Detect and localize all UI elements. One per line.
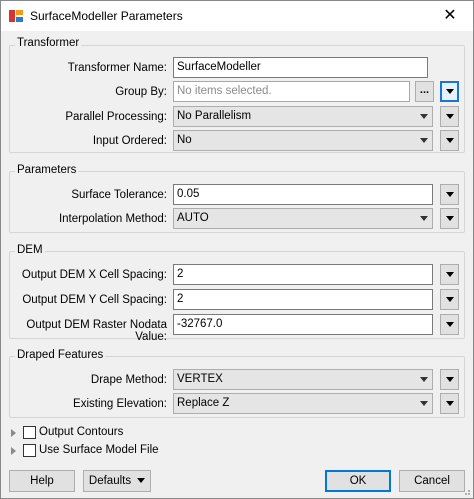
chevron-down-icon [446, 272, 454, 277]
resize-grip-icon[interactable] [461, 486, 471, 496]
dem-y-spacing-field[interactable]: 2 [173, 289, 433, 310]
fme-transformer-icon [9, 10, 23, 22]
close-icon[interactable]: ✕ [427, 1, 473, 31]
group-by-browse-button[interactable]: ... [415, 81, 434, 102]
expand-surface-file-icon[interactable] [11, 447, 16, 455]
drape-method-select[interactable]: VERTEX [173, 369, 433, 390]
input-ordered-select[interactable]: No [173, 130, 433, 151]
input-ordered-value: No [177, 134, 192, 146]
window-title: SurfaceModeller Parameters [30, 9, 183, 23]
output-contours-label: Output Contours [39, 426, 124, 438]
chevron-down-icon [446, 192, 454, 197]
drape-method-value: VERTEX [177, 373, 223, 385]
parallel-processing-select[interactable]: No Parallelism [173, 106, 433, 127]
title-bar: SurfaceModeller Parameters ✕ [1, 1, 473, 31]
chevron-down-icon [420, 138, 428, 143]
dem-y-spacing-options-button[interactable] [440, 289, 459, 310]
transformer-name-label: Transformer Name: [67, 62, 167, 74]
group-by-label: Group By: [115, 86, 167, 98]
surface-tolerance-field[interactable]: 0.05 [173, 184, 433, 205]
existing-elevation-label: Existing Elevation: [73, 398, 167, 410]
chevron-down-icon [420, 216, 428, 221]
dialog-window: SurfaceModeller Parameters ✕ Transformer… [0, 0, 474, 499]
group-by-input[interactable]: No items selected. [173, 81, 410, 102]
chevron-down-icon [446, 401, 454, 406]
existing-elevation-options-button[interactable] [440, 393, 459, 414]
defaults-button-label: Defaults [88, 475, 132, 487]
dem-nodata-field[interactable]: -32767.0 [173, 314, 433, 335]
parallel-processing-value: No Parallelism [177, 110, 252, 122]
dem-x-spacing-options-button[interactable] [440, 264, 459, 285]
dem-x-spacing-label: Output DEM X Cell Spacing: [21, 269, 167, 281]
transformer-name-field[interactable]: SurfaceModeller [173, 57, 428, 78]
dem-group-title: DEM [15, 244, 45, 256]
defaults-button[interactable]: Defaults [83, 470, 151, 492]
parallel-processing-options-button[interactable] [440, 106, 459, 127]
chevron-down-icon [446, 297, 454, 302]
group-by-dropdown-button[interactable] [440, 81, 459, 102]
cancel-button[interactable]: Cancel [399, 470, 465, 492]
draped-features-group-title: Draped Features [15, 349, 106, 361]
chevron-down-icon [420, 114, 428, 119]
dem-nodata-label: Output DEM Raster Nodata Value: [26, 319, 167, 343]
parameters-group-title: Parameters [15, 164, 79, 176]
interpolation-method-options-button[interactable] [440, 208, 459, 229]
dem-y-spacing-label: Output DEM Y Cell Spacing: [22, 294, 167, 306]
chevron-down-icon [137, 478, 146, 484]
interpolation-method-select[interactable]: AUTO [173, 208, 433, 229]
chevron-down-icon [420, 377, 428, 382]
surface-model-file-checkbox[interactable] [23, 444, 36, 457]
chevron-down-icon [446, 216, 454, 221]
transformer-group-title: Transformer [15, 37, 82, 49]
help-button[interactable]: Help [9, 470, 75, 492]
surface-model-file-label: Use Surface Model File [39, 444, 159, 456]
dem-nodata-options-button[interactable] [440, 314, 459, 335]
interpolation-method-value: AUTO [177, 212, 209, 224]
drape-method-options-button[interactable] [440, 369, 459, 390]
chevron-down-icon [446, 138, 454, 143]
input-ordered-label: Input Ordered: [92, 135, 167, 147]
dem-x-spacing-field[interactable]: 2 [173, 264, 433, 285]
chevron-down-icon [446, 322, 454, 327]
parallel-processing-label: Parallel Processing: [65, 111, 167, 123]
existing-elevation-value: Replace Z [177, 397, 230, 409]
existing-elevation-select[interactable]: Replace Z [173, 393, 433, 414]
surface-tolerance-options-button[interactable] [440, 184, 459, 205]
drape-method-label: Drape Method: [90, 374, 167, 386]
interpolation-method-label: Interpolation Method: [58, 213, 167, 225]
input-ordered-options-button[interactable] [440, 130, 459, 151]
expand-contours-icon[interactable] [11, 429, 16, 437]
output-contours-checkbox[interactable] [23, 426, 36, 439]
chevron-down-icon [420, 401, 428, 406]
surface-tolerance-label: Surface Tolerance: [71, 189, 167, 201]
chevron-down-icon [446, 377, 454, 382]
chevron-down-icon [446, 89, 454, 94]
ok-button[interactable]: OK [325, 470, 391, 492]
chevron-down-icon [446, 114, 454, 119]
